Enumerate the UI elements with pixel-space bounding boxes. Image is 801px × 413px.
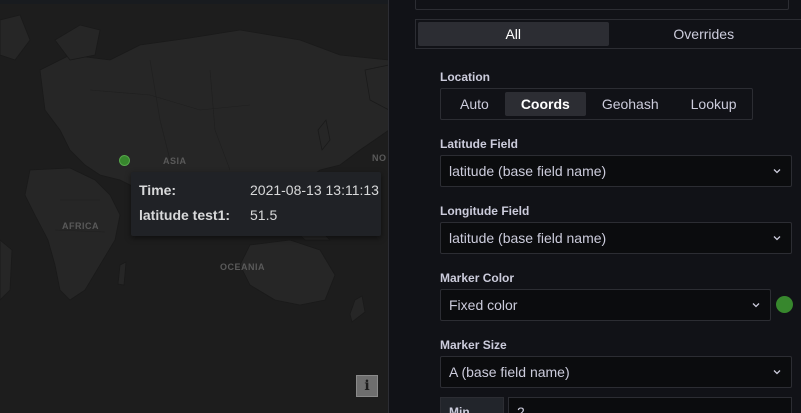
location-option-geohash[interactable]: Geohash (586, 92, 675, 116)
tooltip-value: 51.5 (250, 207, 278, 223)
marker-color-label: Marker Color (440, 271, 515, 285)
latitude-field-select[interactable]: latitude (base field name) (440, 155, 792, 187)
map-info-button[interactable]: i (356, 375, 378, 397)
min-label: Min (440, 397, 504, 413)
longitude-field-label: Longitude Field (440, 204, 530, 218)
options-tabs: All Overrides (415, 19, 801, 49)
map-label-africa: AFRICA (62, 221, 99, 231)
tooltip-key: Time: (139, 182, 177, 198)
marker-color-select[interactable]: Fixed color (440, 289, 771, 321)
marker-size-select[interactable]: A (base field name) (440, 356, 792, 388)
tooltip-row-time: Time: 2021-08-13 13:11:13 (139, 180, 379, 200)
marker-color-swatch[interactable] (776, 296, 793, 313)
tab-overrides[interactable]: Overrides (609, 22, 800, 46)
chevron-down-icon (773, 370, 781, 375)
longitude-field-select[interactable]: latitude (base field name) (440, 222, 792, 254)
map-label-asia: ASIA (163, 156, 187, 166)
location-label: Location (440, 70, 490, 84)
location-radio-group: Auto Coords Geohash Lookup (440, 88, 753, 120)
latitude-field-value: latitude (base field name) (449, 163, 607, 179)
tooltip-key: latitude test1: (139, 207, 231, 223)
longitude-field-value: latitude (base field name) (449, 230, 607, 246)
tooltip-row-latitude: latitude test1: 51.5 (139, 205, 277, 225)
latitude-field-label: Latitude Field (440, 137, 518, 151)
map-panel[interactable]: ASIA AFRICA OCEANIA NO Time: 2021-08-13 … (0, 0, 389, 413)
marker-size-label: Marker Size (440, 338, 507, 352)
map-label-oceania: OCEANIA (220, 262, 266, 272)
options-pane: All Overrides Location Auto Coords Geoha… (389, 0, 801, 413)
search-options-input[interactable] (415, 0, 789, 10)
tooltip-value: 2021-08-13 13:11:13 (250, 182, 379, 198)
map-label-north-america: NO (372, 153, 387, 163)
location-option-auto[interactable]: Auto (444, 92, 505, 116)
chevron-down-icon (773, 169, 781, 174)
tab-all[interactable]: All (418, 22, 609, 46)
min-input[interactable]: 2 (508, 397, 792, 413)
map-marker[interactable] (119, 155, 130, 166)
location-option-coords[interactable]: Coords (504, 92, 586, 116)
chevron-down-icon (773, 236, 781, 241)
map-tooltip: Time: 2021-08-13 13:11:13 latitude test1… (131, 172, 381, 236)
marker-size-value: A (base field name) (449, 364, 570, 380)
location-option-lookup[interactable]: Lookup (675, 92, 753, 116)
chevron-down-icon (752, 303, 760, 308)
marker-color-value: Fixed color (449, 297, 518, 313)
